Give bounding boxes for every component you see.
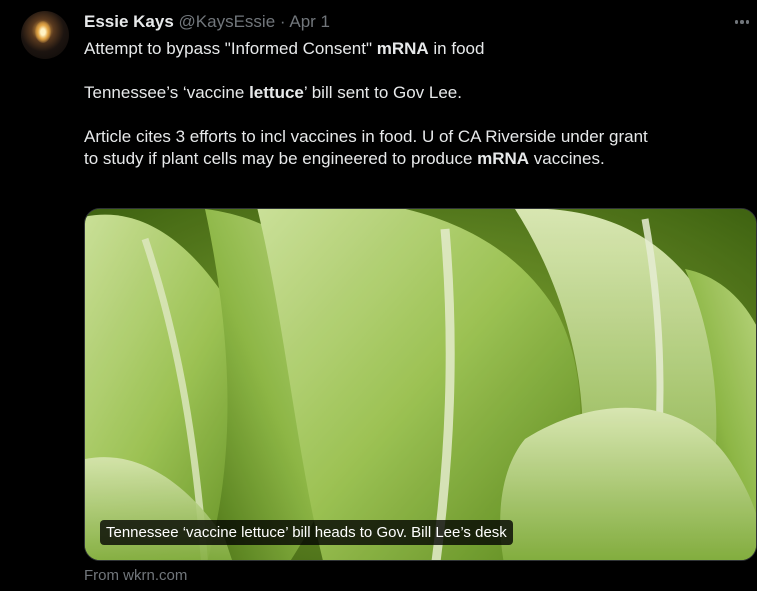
tweet-text-bold: mRNA (376, 39, 429, 58)
tweet-text-line: Article cites 3 efforts to incl vaccines… (84, 126, 754, 148)
tweet-text-run: in food (428, 39, 485, 58)
tweet-header: Essie Kays @KaysEssie · Apr 1 (84, 11, 330, 33)
tweet-text-line: Attempt to bypass "Informed Consent" mRN… (84, 38, 754, 60)
link-card-title[interactable]: Tennessee ‘vaccine lettuce’ bill heads t… (100, 520, 513, 545)
tweet-text-run: Article cites 3 efforts to incl vaccines… (84, 127, 648, 146)
tweet-media-link-card[interactable] (84, 208, 757, 561)
lettuce-image (85, 209, 756, 560)
tweet-card[interactable]: Essie Kays @KaysEssie · Apr 1 Attempt to… (0, 0, 757, 591)
paragraph-break (84, 104, 754, 126)
more-horizontal-icon (734, 20, 739, 24)
tweet-text-line: to study if plant cells may be engineere… (84, 148, 754, 170)
author-handle[interactable]: @KaysEssie (179, 12, 276, 31)
tweet-text-bold: lettuce (249, 83, 304, 102)
author-name[interactable]: Essie Kays (84, 12, 174, 31)
header-separator: · (279, 12, 286, 31)
tweet-text-run: vaccines. (529, 149, 605, 168)
tweet-date[interactable]: Apr 1 (289, 12, 330, 31)
tweet-text-bold: mRNA (477, 149, 530, 168)
more-options-button[interactable] (732, 13, 752, 31)
tweet-text-run: Tennessee’s ‘vaccine (84, 83, 250, 102)
avatar-image (35, 21, 51, 43)
tweet-text-run: ’ bill sent to Gov Lee. (303, 83, 462, 102)
avatar[interactable] (21, 11, 69, 59)
link-card-source[interactable]: From wkrn.com (84, 566, 187, 586)
tweet-text-line: Tennessee’s ‘vaccine lettuce’ bill sent … (84, 82, 754, 104)
paragraph-break (84, 60, 754, 82)
tweet-text-run: Attempt to bypass "Informed Consent" (84, 39, 377, 58)
tweet-text-run: to study if plant cells may be engineere… (84, 149, 478, 168)
tweet-text: Attempt to bypass "Informed Consent" mRN… (84, 38, 754, 170)
